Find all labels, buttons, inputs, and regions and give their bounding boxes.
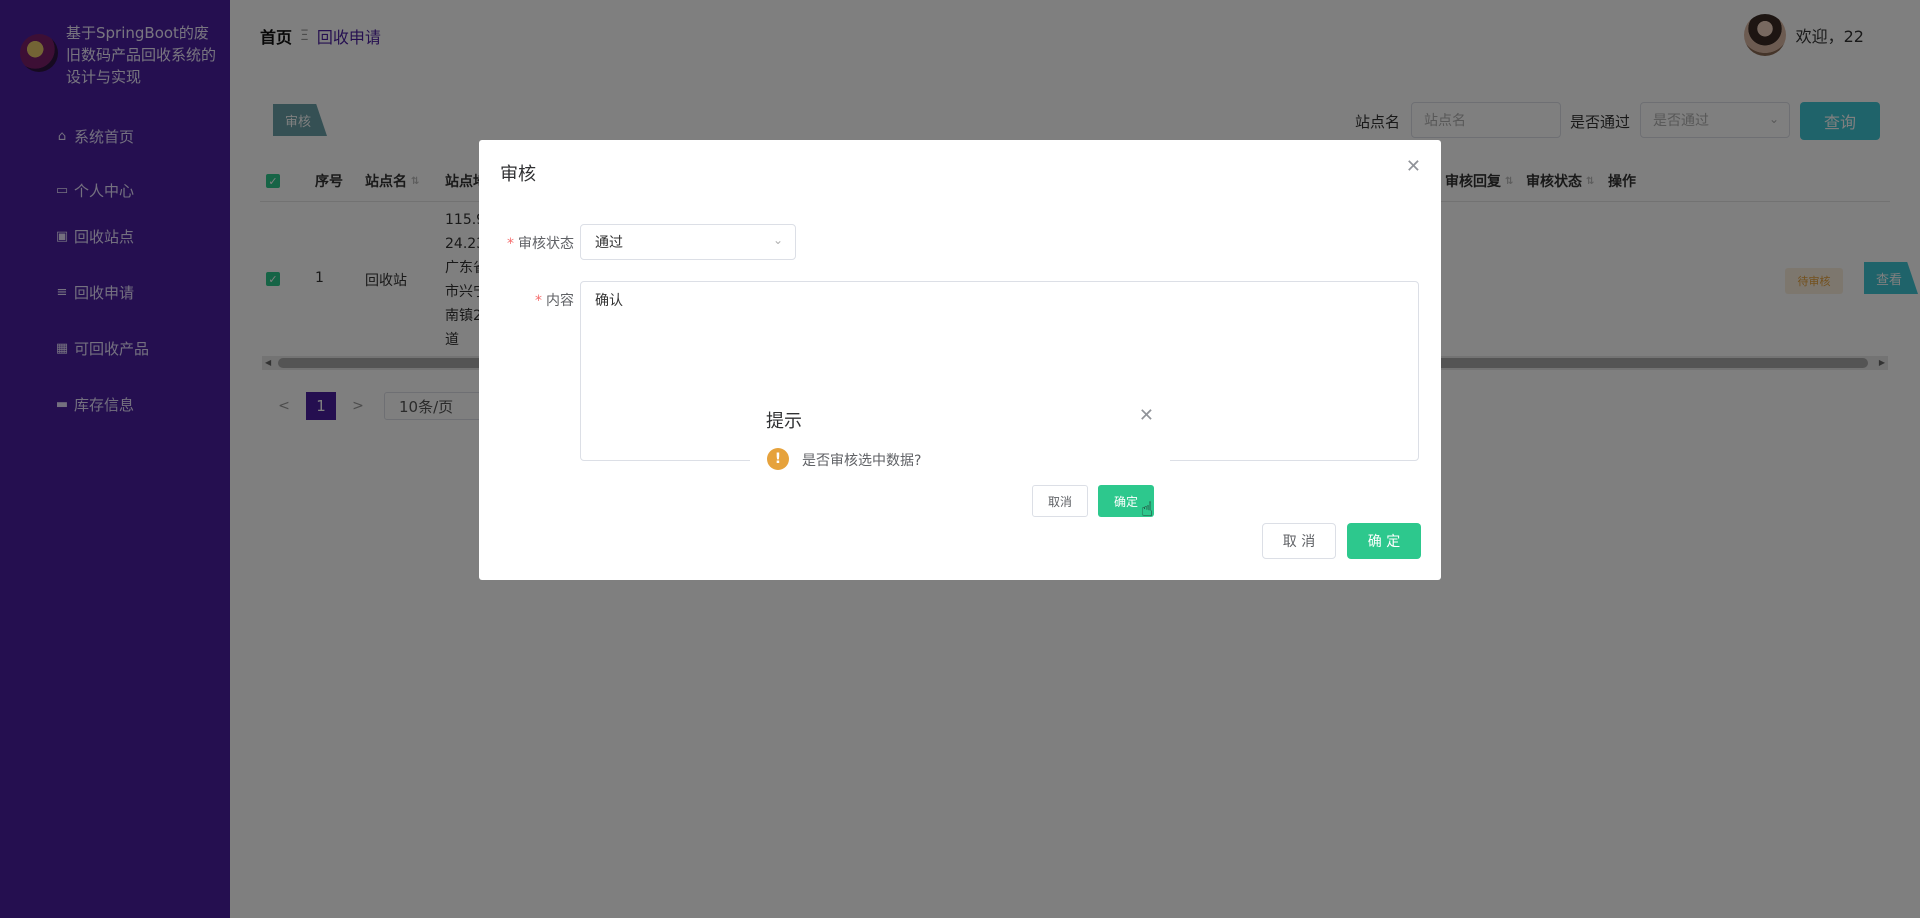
audit-status-select[interactable]: 通过 ⌄ (580, 224, 796, 260)
confirm-message: 是否审核选中数据? (802, 453, 922, 469)
label-text: 内容 (546, 293, 574, 309)
close-icon[interactable]: ✕ (1139, 405, 1154, 426)
label-text: 审核状态 (518, 236, 574, 252)
confirm-title: 提示 (766, 411, 802, 432)
dialog-title: 审核 (500, 164, 536, 185)
status-field-label: * 审核状态 (507, 236, 574, 252)
chevron-down-icon: ⌄ (772, 233, 783, 247)
confirm-cancel-button[interactable]: 取消 (1032, 485, 1088, 517)
select-value: 通过 (595, 235, 623, 251)
confirm-button[interactable]: 确 定 (1347, 523, 1421, 559)
content-field-label: * 内容 (535, 293, 574, 309)
cancel-button[interactable]: 取 消 (1262, 523, 1336, 559)
close-icon[interactable]: ✕ (1406, 156, 1421, 177)
hand-cursor-icon: ☝ (1141, 497, 1154, 521)
warning-icon: ! (767, 448, 789, 470)
confirm-dialog: 提示 ✕ ! 是否审核选中数据? 取消 确定 ☝ (750, 393, 1170, 529)
